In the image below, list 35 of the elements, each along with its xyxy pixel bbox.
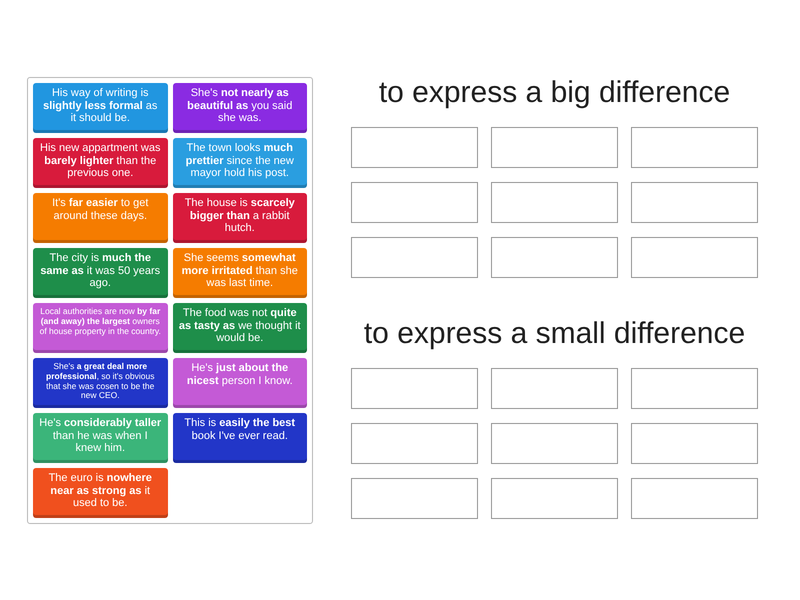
sentence-card[interactable]: She seems somewhat more irritated than she was last time. [172,248,307,298]
drop-slot[interactable] [631,478,758,519]
sentence-card[interactable]: The euro is nowhere near as strong as it used to be. [33,468,168,518]
group-title: to express a small difference [364,316,746,352]
drop-slot[interactable] [491,182,618,223]
drop-slot[interactable] [351,237,478,278]
drop-slot[interactable] [351,182,478,223]
drop-slot[interactable] [491,127,618,168]
group-title: to express a big difference [378,75,730,111]
sentence-card[interactable]: He's just about the nicest person I know. [172,358,307,408]
sentence-card[interactable]: She's a great deal more professional, so it's obvious that she was cosen to be the new CEO. [33,358,168,408]
drop-slot[interactable] [631,368,758,409]
sentence-card[interactable]: He's considerably taller than he was when I knew him. [33,413,168,463]
drop-slot[interactable] [491,237,618,278]
sentence-card[interactable]: It's far easier to get around these days. [33,193,168,243]
drop-slot[interactable] [351,127,478,168]
drop-slot[interactable] [631,237,758,278]
drop-slot[interactable] [631,182,758,223]
sentence-card[interactable]: She's not nearly as beautiful as you said she was. [172,83,307,133]
drop-slot[interactable] [491,368,618,409]
drop-slot[interactable] [491,423,618,464]
drop-slot[interactable] [351,368,478,409]
drop-slot[interactable] [631,423,758,464]
sentence-card[interactable]: His way of writing is slightly less formal as it should be. [33,83,168,133]
drop-slot[interactable] [491,478,618,519]
drop-slot[interactable] [351,478,478,519]
sentence-card[interactable]: This is easily the best book I've ever read. [172,413,307,463]
sentence-card[interactable]: The house is scarcely bigger than a rabbit hutch. [172,193,307,243]
sentence-card[interactable]: His new appartment was barely lighter than the previous one. [33,138,168,188]
drop-slot[interactable] [351,423,478,464]
sentence-card[interactable]: The food was not quite as tasty as we thought it would be. [172,303,307,353]
sentence-card[interactable]: Local authorities are now by far (and away) the largest owners of house property in the country. [33,303,168,353]
drop-slot[interactable] [631,127,758,168]
sentence-card[interactable]: The town looks much prettier since the new mayor hold his post. [172,138,307,188]
sentence-card[interactable]: The city is much the same as it was 50 years ago. [33,248,168,298]
